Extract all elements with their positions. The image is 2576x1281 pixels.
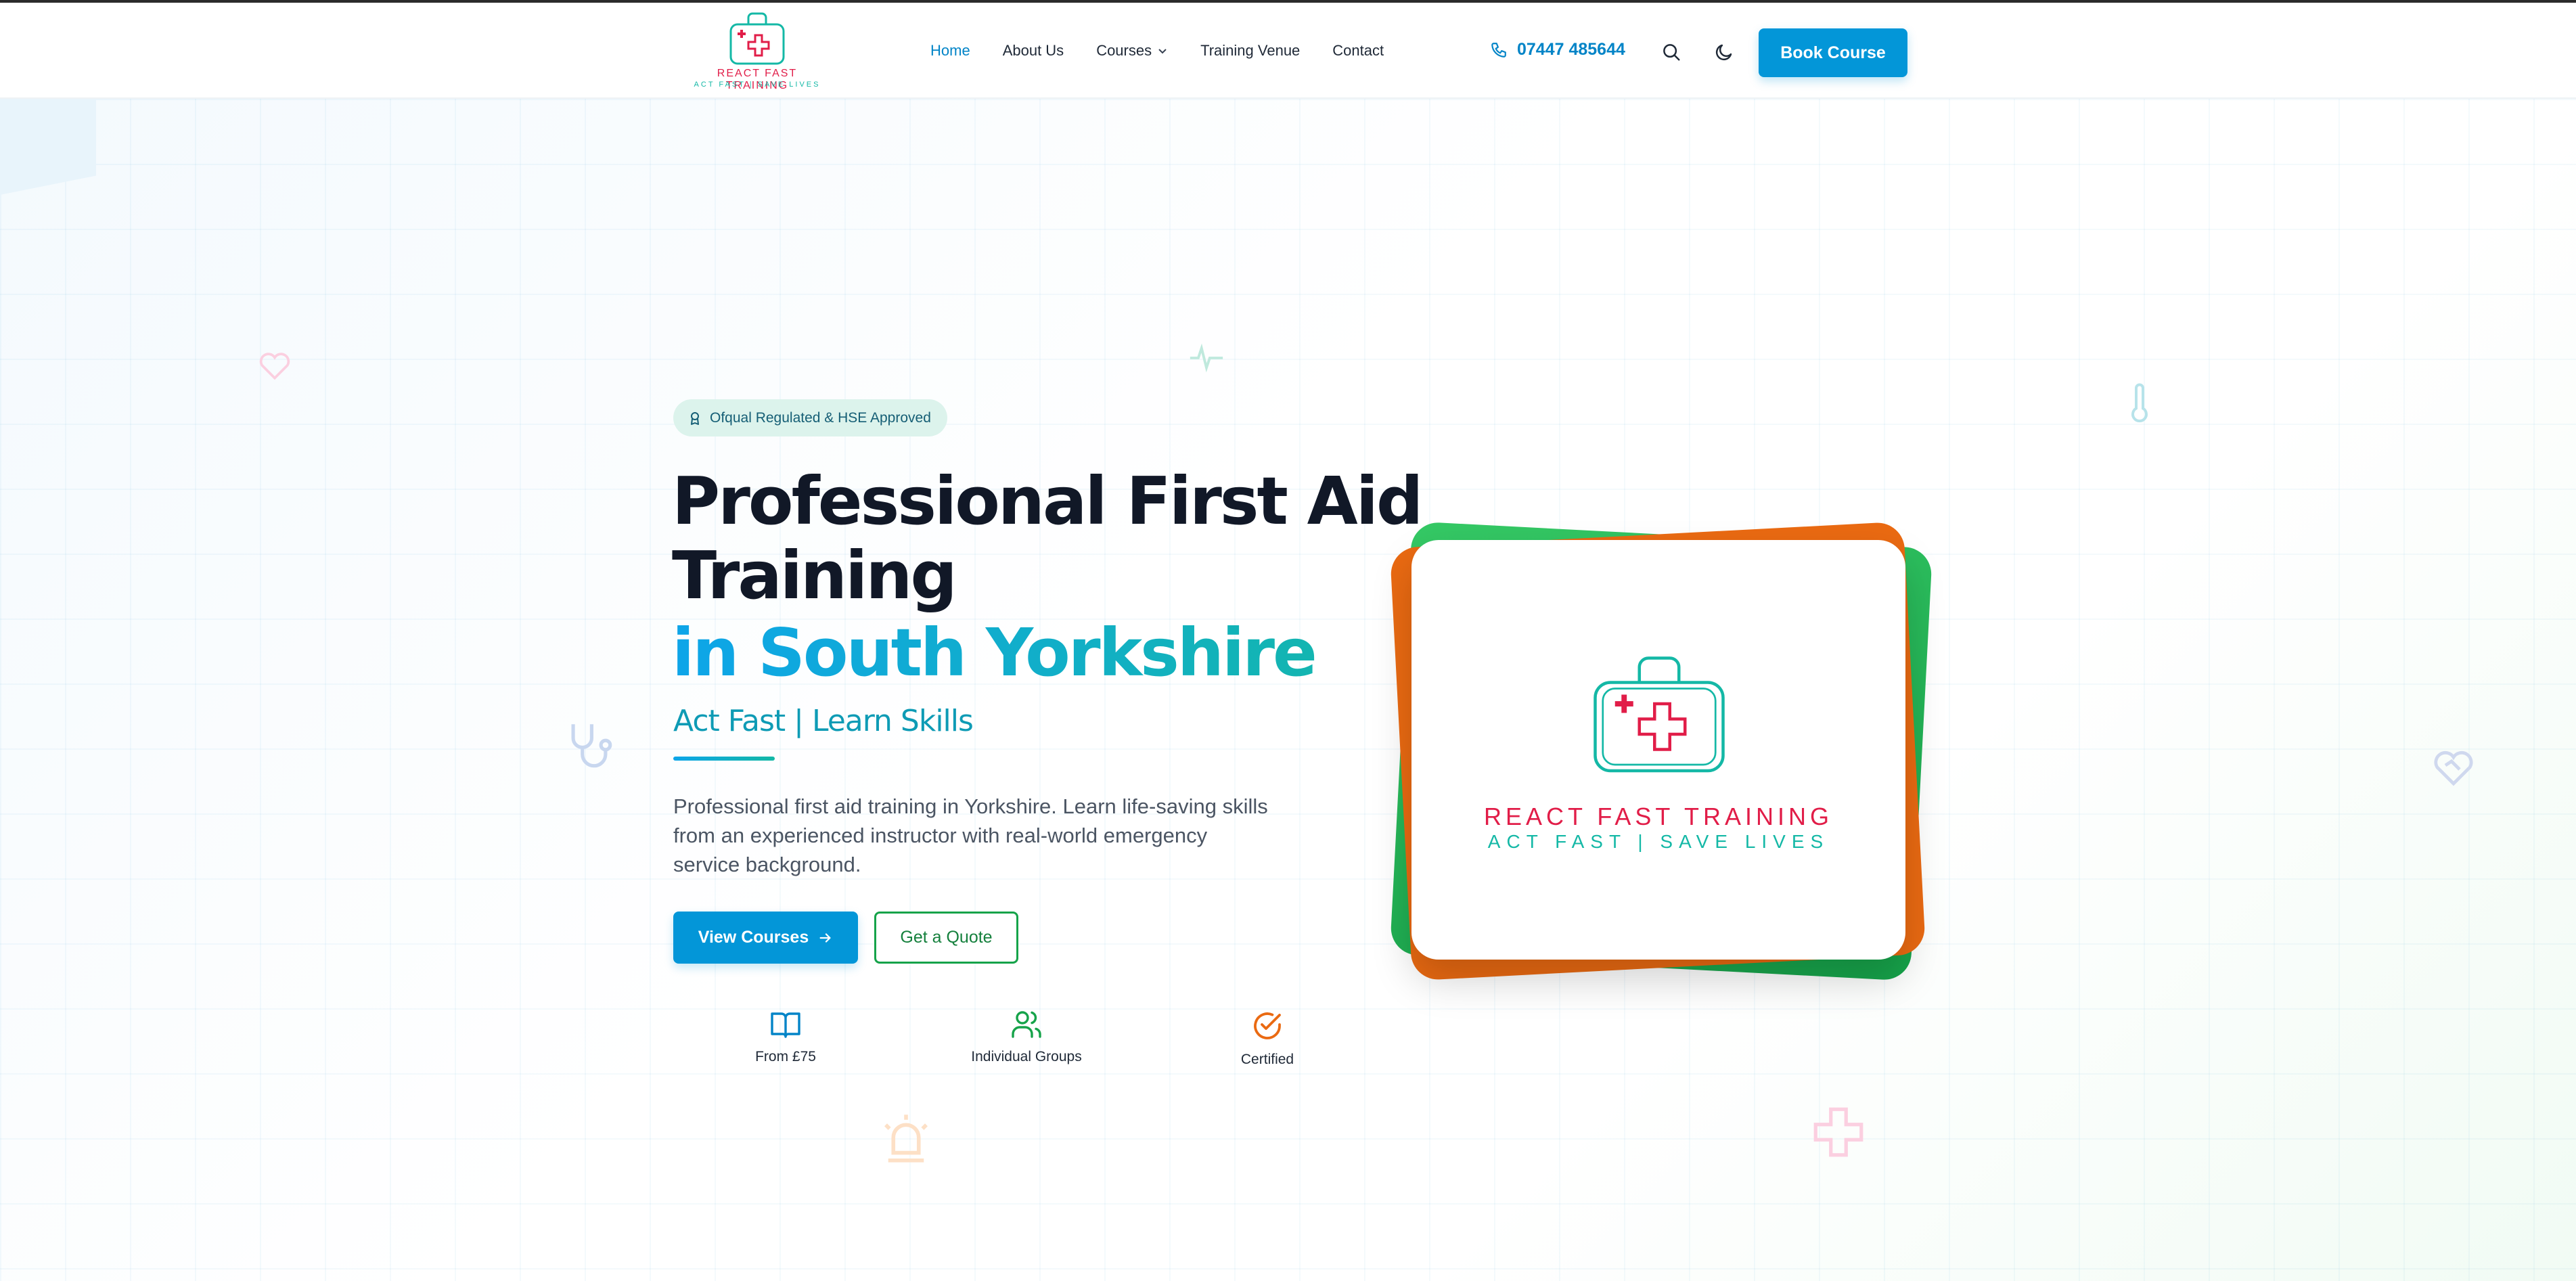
view-courses-button[interactable]: View Courses xyxy=(673,912,858,964)
nav-courses[interactable]: Courses xyxy=(1096,42,1168,60)
feature-price-label: From £75 xyxy=(755,1049,816,1064)
book-icon xyxy=(771,1012,800,1038)
site-logo[interactable]: REACT FAST TRAINING ACT FAST | SAVE LIVE… xyxy=(685,12,830,92)
hero-title: Professional First Aid Training xyxy=(672,464,1437,613)
phone-number: 07447 485644 xyxy=(1517,40,1625,59)
first-aid-kit-icon xyxy=(1594,656,1725,773)
feature-groups: Individual Groups xyxy=(945,1010,1108,1065)
nav-home[interactable]: Home xyxy=(930,42,970,60)
logo-slogan: ACT FAST | SAVE LIVES xyxy=(694,81,821,89)
thermometer-icon xyxy=(2131,383,2148,423)
tagline-underline xyxy=(673,757,775,761)
book-course-button[interactable]: Book Course xyxy=(1759,28,1907,77)
main-nav: Home About Us Courses Training Venue Con… xyxy=(930,3,1416,99)
medical-cross-icon xyxy=(1813,1107,1863,1157)
view-courses-label: View Courses xyxy=(698,928,809,947)
first-aid-kit-icon xyxy=(729,12,785,65)
nav-contact[interactable]: Contact xyxy=(1332,42,1384,60)
phone-icon xyxy=(1491,42,1506,58)
badge-text: Ofqual Regulated & HSE Approved xyxy=(710,409,931,426)
nav-courses-label: Courses xyxy=(1096,42,1152,59)
accreditation-badge: Ofqual Regulated & HSE Approved xyxy=(673,399,947,436)
hero-title-highlight: in South Yorkshire xyxy=(672,616,1437,690)
hero-logo-card-stack: REACT FAST TRAINING ACT FAST | SAVE LIVE… xyxy=(1389,521,1933,981)
hero-description: Professional first aid training in Yorks… xyxy=(673,794,1268,876)
feature-certified-label: Certified xyxy=(1240,1052,1294,1067)
chevron-down-icon xyxy=(1158,49,1167,54)
hero-title-line1: Professional First Aid xyxy=(672,463,1423,539)
search-icon[interactable] xyxy=(1661,42,1681,62)
nav-about-us[interactable]: About Us xyxy=(1003,42,1064,60)
get-quote-button[interactable]: Get a Quote xyxy=(874,912,1018,964)
phone-link[interactable]: 07447 485644 xyxy=(1490,40,1625,60)
heart-icon xyxy=(259,353,290,380)
feature-certified: Certified xyxy=(1186,1010,1349,1068)
users-icon xyxy=(1012,1011,1041,1038)
siren-icon xyxy=(884,1115,928,1163)
hero-logo-card: REACT FAST TRAINING ACT FAST | SAVE LIVE… xyxy=(1411,540,1905,960)
check-circle-icon xyxy=(1254,1012,1281,1039)
stethoscope-icon xyxy=(571,724,612,768)
feature-price: From £75 xyxy=(704,1010,867,1065)
arrow-right-icon xyxy=(819,932,831,943)
nav-training-venue[interactable]: Training Venue xyxy=(1200,42,1300,60)
hero-tagline: Act Fast | Learn Skills xyxy=(673,704,974,738)
heartbeat-icon xyxy=(1190,343,1223,373)
site-header: REACT FAST TRAINING ACT FAST | SAVE LIVE… xyxy=(0,3,2576,99)
dark-mode-toggle-icon[interactable] xyxy=(1714,42,1734,62)
heart-handshake-icon xyxy=(2434,750,2473,786)
award-icon xyxy=(691,411,699,425)
hero-title-line2: Training xyxy=(672,537,957,614)
feature-groups-label: Individual Groups xyxy=(971,1049,1082,1064)
card-brand-name: REACT FAST TRAINING xyxy=(1483,803,1834,830)
card-brand-slogan: ACT FAST | SAVE LIVES xyxy=(1487,831,1830,852)
